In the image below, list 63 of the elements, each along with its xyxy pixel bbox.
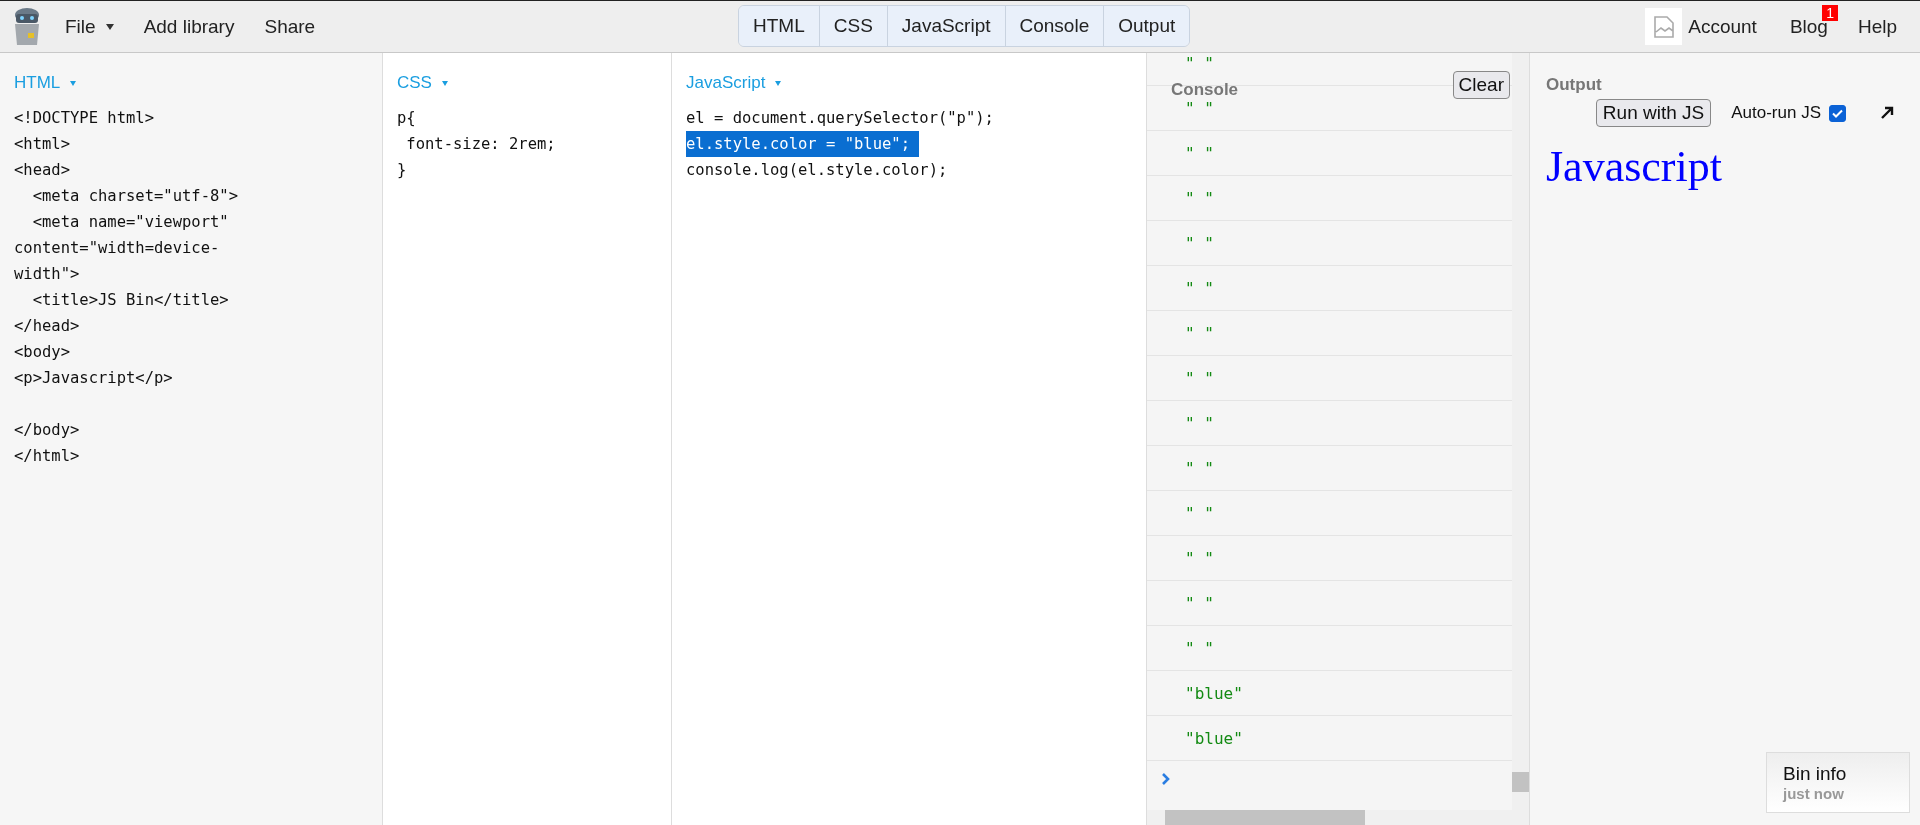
- prompt-chevron-icon: [1161, 772, 1171, 786]
- notification-badge: 1: [1822, 4, 1838, 21]
- console-entry: " ": [1185, 233, 1214, 253]
- console-entry: " ": [1185, 593, 1214, 613]
- console-entry: " ": [1185, 188, 1214, 208]
- code-line: font-size: 2rem;: [405, 134, 556, 155]
- code-line: <p>Javascript</p>: [14, 368, 173, 389]
- panel-tab[interactable]: HTML: [739, 6, 820, 46]
- code-line: </body>: [14, 420, 80, 441]
- code-line: p{: [397, 108, 416, 129]
- code-line: width">: [14, 264, 80, 285]
- pop-out-arrow-icon[interactable]: [1880, 106, 1894, 120]
- panel-tab[interactable]: CSS: [819, 6, 888, 46]
- auto-run-checkbox[interactable]: [1829, 104, 1846, 122]
- vertical-scrollbar[interactable]: [1512, 53, 1529, 810]
- checkmark-icon: [1832, 108, 1843, 118]
- help-link[interactable]: Help: [1842, 9, 1912, 44]
- code-line: <body>: [14, 342, 70, 363]
- panel-tab[interactable]: Output: [1104, 6, 1190, 46]
- code-line: </head>: [14, 316, 80, 337]
- code-line: <meta charset="utf-8">: [31, 186, 238, 207]
- console-entry: " ": [1185, 323, 1214, 343]
- avatar-image-icon: [1645, 8, 1683, 45]
- console-entry: " ": [1185, 98, 1214, 118]
- console-entry: " ": [1185, 503, 1214, 523]
- account-link[interactable]: Account: [1645, 8, 1775, 45]
- horizontal-scrollbar[interactable]: [1147, 810, 1529, 825]
- code-line: el = document.querySelector("p");: [686, 108, 994, 129]
- console-entry: "blue": [1185, 728, 1243, 748]
- code-line: console.log(el.style.color);: [686, 160, 948, 181]
- console-entry: " ": [1185, 413, 1214, 433]
- output-title: Output: [1546, 75, 1602, 95]
- panel-tab[interactable]: Console: [1005, 6, 1105, 46]
- code-line: <html>: [14, 134, 70, 155]
- console-entry: " ": [1185, 638, 1214, 658]
- caret-icon: [775, 80, 782, 86]
- console-entry: " ": [1185, 548, 1214, 568]
- code-line: <!DOCTYPE html>: [14, 108, 154, 129]
- menu-button[interactable]: Add library: [128, 9, 250, 44]
- code-line: <title>JS Bin</title>: [31, 290, 229, 311]
- console-entry: "blue": [1185, 683, 1243, 703]
- console-entry: " ": [1185, 278, 1214, 298]
- checkbox-label: Auto-run JS: [1731, 103, 1821, 123]
- menu-button[interactable]: Share: [249, 9, 331, 44]
- bin-info-panel[interactable]: Bin info just now: [1766, 752, 1910, 813]
- code-line: </html>: [14, 446, 80, 467]
- code-line: content="width=device-: [14, 238, 220, 259]
- caret-icon: [70, 80, 77, 86]
- menu-button[interactable]: File: [50, 9, 129, 44]
- clear-button[interactable]: Clear: [1452, 71, 1510, 99]
- panel-tab[interactable]: JavaScript: [887, 6, 1006, 46]
- console-entry: " ": [1185, 368, 1214, 388]
- run-button[interactable]: Run with JS: [1595, 99, 1712, 127]
- code-line: }: [397, 160, 407, 181]
- console-entry: " ": [1185, 53, 1214, 73]
- output-paragraph: Javascript: [1546, 141, 1722, 192]
- code-line: <head>: [14, 160, 70, 181]
- code-line: <meta name="viewport": [31, 212, 229, 233]
- console-title: Console: [1171, 81, 1239, 99]
- console-entry: " ": [1185, 458, 1214, 478]
- logo-icon[interactable]: [12, 6, 42, 47]
- caret-icon: [441, 80, 448, 86]
- console-entry: " ": [1185, 143, 1214, 163]
